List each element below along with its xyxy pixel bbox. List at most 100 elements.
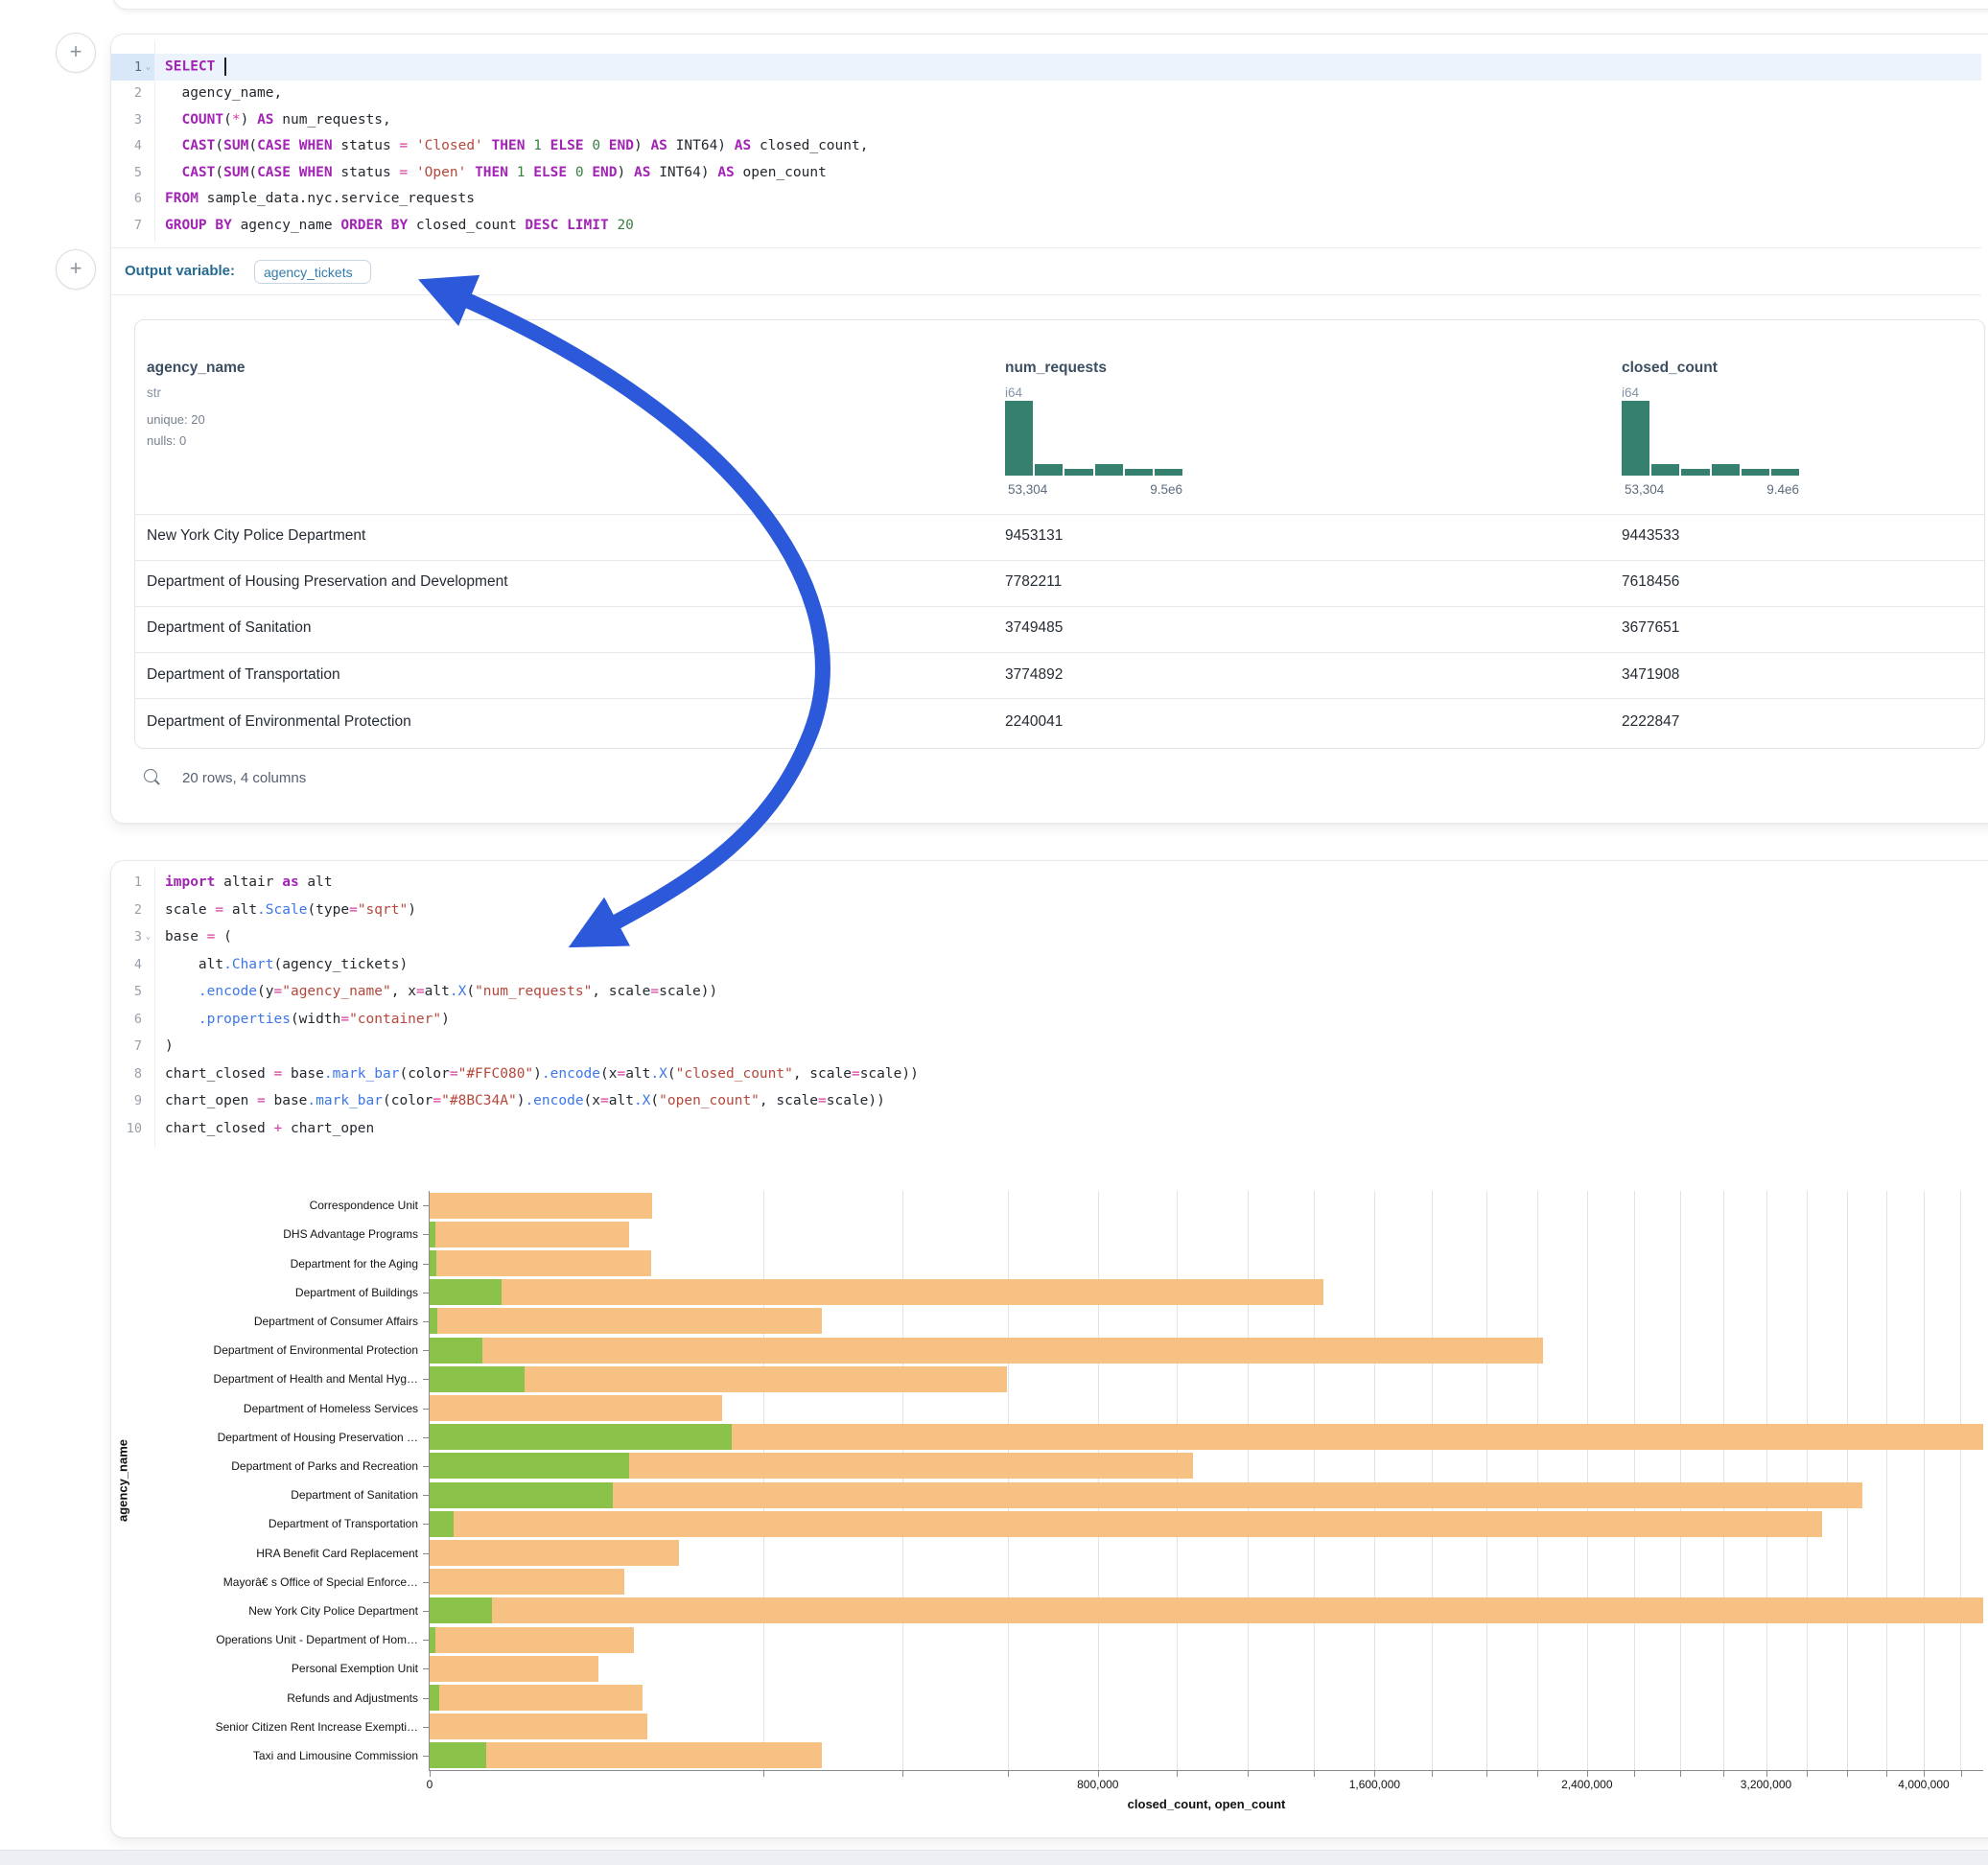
code-line[interactable]: 7GROUP BY agency_name ORDER BY closed_co… xyxy=(111,212,1981,239)
code-line[interactable]: 2scale = alt.Scale(type="sqrt") xyxy=(111,897,1981,924)
gridline xyxy=(1807,1191,1808,1770)
add-cell-button-output[interactable]: + xyxy=(56,249,96,290)
code-line[interactable]: 3⌄base = ( xyxy=(111,923,1981,951)
code-line[interactable]: 3 COUNT(*) AS num_requests, xyxy=(111,106,1981,133)
column-header[interactable]: num_requests xyxy=(1005,360,1107,377)
column-type: i64 xyxy=(1622,385,1639,400)
table-cell[interactable]: 7618456 xyxy=(1622,573,1679,591)
chart-y-axis-title: agency_name xyxy=(116,1439,130,1522)
open_count-bar xyxy=(430,1366,525,1392)
histogram-min-label: 53,304 xyxy=(1625,482,1664,497)
code-line[interactable]: 1import altair as alt xyxy=(111,869,1981,897)
x-axis-tick xyxy=(1537,1771,1538,1777)
y-axis-label: Department of Consumer Affairs xyxy=(130,1315,418,1328)
histogram-bar xyxy=(1712,464,1740,476)
line-number: 3 xyxy=(111,112,142,128)
python-code-editor[interactable]: 1import altair as alt2scale = alt.Scale(… xyxy=(111,869,1981,1142)
y-axis-label: Department of Health and Mental Hyg… xyxy=(130,1372,418,1386)
fold-chevron-icon[interactable]: ⌄ xyxy=(142,62,154,72)
code-line[interactable]: 2 agency_name, xyxy=(111,81,1981,107)
line-gutter: 6 xyxy=(111,1006,154,1034)
line-number: 9 xyxy=(111,1093,142,1108)
table-cell[interactable]: 2240041 xyxy=(1005,713,1063,731)
closed_count-bar xyxy=(430,1250,651,1276)
code-text: chart_open = base.mark_bar(color="#8BC34… xyxy=(154,1093,885,1108)
y-axis-label: DHS Advantage Programs xyxy=(130,1227,418,1241)
y-axis-label: Department for the Aging xyxy=(130,1257,418,1271)
table-cell[interactable]: Department of Transportation xyxy=(147,666,340,684)
open_count-bar xyxy=(430,1250,436,1276)
table-cell[interactable]: New York City Police Department xyxy=(147,527,365,545)
closed_count-bar xyxy=(430,1713,647,1739)
line-gutter: 4 xyxy=(111,951,154,979)
table-cell[interactable]: 3677651 xyxy=(1622,619,1679,637)
code-line[interactable]: 1⌄SELECT xyxy=(111,54,1981,81)
gridline xyxy=(1177,1191,1178,1770)
code-text: FROM sample_data.nyc.service_requests xyxy=(154,191,475,206)
gridline xyxy=(1847,1191,1848,1770)
code-line[interactable]: 5 .encode(y="agency_name", x=alt.X("num_… xyxy=(111,978,1981,1006)
x-axis-tick xyxy=(1924,1771,1925,1777)
closed_count-bar xyxy=(430,1569,624,1595)
table-cell[interactable]: 7782211 xyxy=(1005,573,1062,591)
column-header[interactable]: closed_count xyxy=(1622,360,1718,377)
histogram-bar xyxy=(1771,469,1799,476)
code-line[interactable]: 4 CAST(SUM(CASE WHEN status = 'Closed' T… xyxy=(111,133,1981,160)
output-variable-pill[interactable]: agency_tickets xyxy=(254,260,371,284)
x-axis-tick xyxy=(1587,1771,1588,1777)
y-axis-label: Mayorâ€ s Office of Special Enforce… xyxy=(130,1575,418,1589)
closed_count-bar xyxy=(430,1656,598,1682)
table-cell[interactable]: Department of Housing Preservation and D… xyxy=(147,573,508,591)
search-icon[interactable] xyxy=(144,769,157,782)
gridline xyxy=(1723,1191,1724,1770)
histogram-bar xyxy=(1742,469,1769,476)
line-number: 7 xyxy=(111,1038,142,1054)
code-text: alt.Chart(agency_tickets) xyxy=(154,957,408,972)
fold-chevron-icon[interactable]: ⌄ xyxy=(142,932,154,942)
line-number: 4 xyxy=(111,138,142,153)
column-type: str xyxy=(147,385,161,400)
code-line[interactable]: 6FROM sample_data.nyc.service_requests xyxy=(111,186,1981,213)
histogram-bar xyxy=(1651,464,1679,476)
table-cell[interactable]: 3774892 xyxy=(1005,666,1063,684)
line-gutter: 2 xyxy=(111,81,154,107)
row-separator xyxy=(135,560,1984,561)
code-text: base = ( xyxy=(154,929,232,944)
table-cell[interactable]: 9443533 xyxy=(1622,527,1679,545)
table-cell[interactable]: 9453131 xyxy=(1005,527,1063,545)
code-line[interactable]: 8chart_closed = base.mark_bar(color="#FF… xyxy=(111,1061,1981,1088)
line-gutter: 3⌄ xyxy=(111,923,154,951)
code-text: CAST(SUM(CASE WHEN status = 'Open' THEN … xyxy=(154,165,827,180)
text-cursor xyxy=(224,58,226,76)
table-cell[interactable]: 3749485 xyxy=(1005,619,1063,637)
gridline xyxy=(1486,1191,1487,1770)
code-line[interactable]: 4 alt.Chart(agency_tickets) xyxy=(111,951,1981,979)
notebook-page: { "sql_cell": { "output_label": "Output … xyxy=(0,0,1988,1864)
x-axis-tick xyxy=(1961,1771,1962,1777)
add-cell-button-top[interactable]: + xyxy=(56,33,96,73)
closed_count-bar xyxy=(430,1279,1323,1305)
x-axis-tick xyxy=(1314,1771,1315,1777)
table-cell[interactable]: 2222847 xyxy=(1622,713,1679,731)
code-line[interactable]: 6 .properties(width="container") xyxy=(111,1006,1981,1034)
row-separator xyxy=(135,514,1984,515)
table-cell[interactable]: 3471908 xyxy=(1622,666,1679,684)
code-line[interactable]: 9 chart_open = base.mark_bar(color="#8BC3… xyxy=(111,1087,1981,1115)
sql-code-editor[interactable]: 1⌄SELECT 2 agency_name,3 COUNT(*) AS num… xyxy=(111,54,1981,239)
table-cell[interactable]: Department of Environmental Protection xyxy=(147,713,411,731)
line-gutter: 8 xyxy=(111,1061,154,1088)
column-histogram xyxy=(1622,401,1799,476)
column-header[interactable]: agency_name xyxy=(147,360,246,377)
code-line[interactable]: 7) xyxy=(111,1033,1981,1061)
open_count-bar xyxy=(430,1685,439,1711)
code-line[interactable]: 10chart_closed + chart_open xyxy=(111,1115,1981,1143)
x-axis-tick xyxy=(1248,1771,1249,1777)
column-histogram xyxy=(1005,401,1182,476)
table-cell[interactable]: Department of Sanitation xyxy=(147,619,311,637)
closed_count-bar xyxy=(430,1222,629,1247)
code-line[interactable]: 5 CAST(SUM(CASE WHEN status = 'Open' THE… xyxy=(111,159,1981,186)
line-number: 10 xyxy=(111,1121,142,1136)
chart-x-axis-line xyxy=(429,1770,1983,1771)
column-type: i64 xyxy=(1005,385,1022,400)
code-text: chart_closed = base.mark_bar(color="#FFC… xyxy=(154,1066,919,1082)
